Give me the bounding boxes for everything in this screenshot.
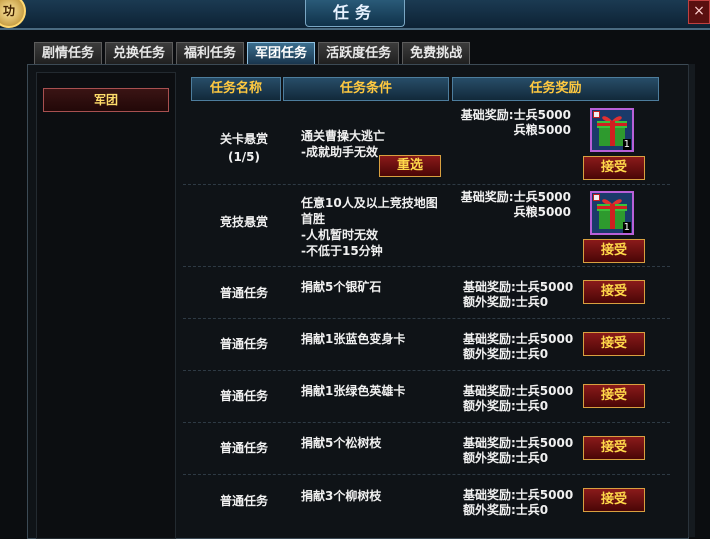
item-tag-icon [593, 194, 600, 201]
window-title: 任务 [305, 0, 405, 27]
reward-line-1: 基础奖励:士兵5000 [463, 488, 574, 502]
reward-line-2: 兵粮5000 [513, 123, 571, 137]
tab-legion[interactable]: 军团任务 [247, 42, 316, 65]
reward-line-2: 兵粮5000 [513, 205, 571, 219]
gift-quantity: 1 [622, 139, 631, 150]
gift-box-icon[interactable]: 1 [590, 191, 634, 235]
accept-button[interactable]: 接受 [583, 332, 645, 356]
task-name: 竞技悬赏 [219, 215, 268, 229]
reselect-button[interactable]: 重选 [379, 155, 441, 177]
reward-line-2: 额外奖励:士兵0 [463, 451, 549, 465]
tab-story[interactable]: 剧情任务 [34, 42, 103, 65]
reward-line-1: 基础奖励:士兵5000 [463, 332, 574, 346]
task-condition: 捐献1张蓝色变身卡 [301, 332, 406, 346]
task-name: 普通任务 [219, 441, 268, 455]
task-condition: 捐献3个柳树枝 [301, 489, 382, 503]
sidebar: 军团 [36, 72, 176, 539]
accept-button[interactable]: 接受 [583, 384, 645, 408]
task-name: 普通任务 [219, 494, 268, 508]
header-task-reward: 任务奖励 [452, 77, 659, 101]
scrollbar[interactable] [688, 64, 695, 537]
task-condition: 捐献5个松树枝 [301, 436, 382, 450]
reward-line-2: 额外奖励:士兵0 [463, 347, 549, 361]
task-name: 普通任务 [219, 286, 268, 300]
medal-icon: 功 [0, 0, 26, 28]
task-name: 关卡悬赏 (1/5) [219, 132, 268, 164]
close-icon[interactable]: × [688, 0, 710, 24]
accept-button[interactable]: 接受 [583, 156, 645, 180]
tab-free-challenge[interactable]: 免费挑战 [402, 42, 471, 65]
tab-bar: 剧情任务 兑换任务 福利任务 军团任务 活跃度任务 免费挑战 [34, 42, 471, 66]
tab-exchange[interactable]: 兑换任务 [105, 42, 174, 65]
task-condition: 任意10人及以上竞技地图首胜 -人机暂时无效 -不低于15分钟 [301, 196, 438, 258]
task-condition: 捐献5个银矿石 [301, 280, 382, 294]
accept-button[interactable]: 接受 [583, 488, 645, 512]
sidebar-item-legion[interactable]: 军团 [43, 88, 169, 112]
table-row: 普通任务 捐献1张蓝色变身卡 基础奖励:士兵5000 额外奖励:士兵0 接受 [183, 319, 670, 371]
tab-activity[interactable]: 活跃度任务 [318, 42, 400, 65]
accept-button[interactable]: 接受 [583, 436, 645, 460]
reward-line-2: 额外奖励:士兵0 [463, 399, 549, 413]
table-row: 普通任务 捐献1张绿色英雄卡 基础奖励:士兵5000 额外奖励:士兵0 接受 [183, 371, 670, 423]
accept-button[interactable]: 接受 [583, 239, 645, 263]
tab-welfare[interactable]: 福利任务 [176, 42, 245, 65]
gift-box-icon[interactable]: 1 [590, 108, 634, 152]
table-row: 普通任务 捐献5个松树枝 基础奖励:士兵5000 额外奖励:士兵0 接受 [183, 423, 670, 475]
gift-quantity: 1 [622, 222, 631, 233]
reward-line-1: 基础奖励:士兵5000 [460, 108, 571, 122]
reward-line-2: 额外奖励:士兵0 [463, 503, 549, 517]
task-condition: 捐献1张绿色英雄卡 [301, 384, 406, 398]
table-row: 普通任务 捐献5个银矿石 基础奖励:士兵5000 额外奖励:士兵0 接受 [183, 267, 670, 319]
reward-line-1: 基础奖励:士兵5000 [460, 190, 571, 204]
reward-line-1: 基础奖励:士兵5000 [463, 384, 574, 398]
header-task-name: 任务名称 [191, 77, 281, 101]
accept-button[interactable]: 接受 [583, 280, 645, 304]
header-task-condition: 任务条件 [283, 77, 449, 101]
task-name: 普通任务 [219, 337, 268, 351]
reward-line-1: 基础奖励:士兵5000 [463, 280, 574, 294]
item-tag-icon [593, 111, 600, 118]
reward-line-1: 基础奖励:士兵5000 [463, 436, 574, 450]
task-table: 任务名称 任务条件 任务奖励 关卡悬赏 (1/5) 通关曹操大逃亡 -成就助手无… [183, 72, 670, 537]
table-row: 普通任务 捐献3个柳树枝 基础奖励:士兵5000 额外奖励:士兵0 接受 [183, 475, 670, 526]
reward-line-2: 额外奖励:士兵0 [463, 295, 549, 309]
window-titlebar: 功 任务 × [0, 0, 710, 30]
table-row: 竞技悬赏 任意10人及以上竞技地图首胜 -人机暂时无效 -不低于15分钟 基础奖… [183, 185, 670, 267]
table-row: 关卡悬赏 (1/5) 通关曹操大逃亡 -成就助手无效 重选 基础奖励:士兵500… [183, 102, 670, 185]
task-name: 普通任务 [219, 389, 268, 403]
